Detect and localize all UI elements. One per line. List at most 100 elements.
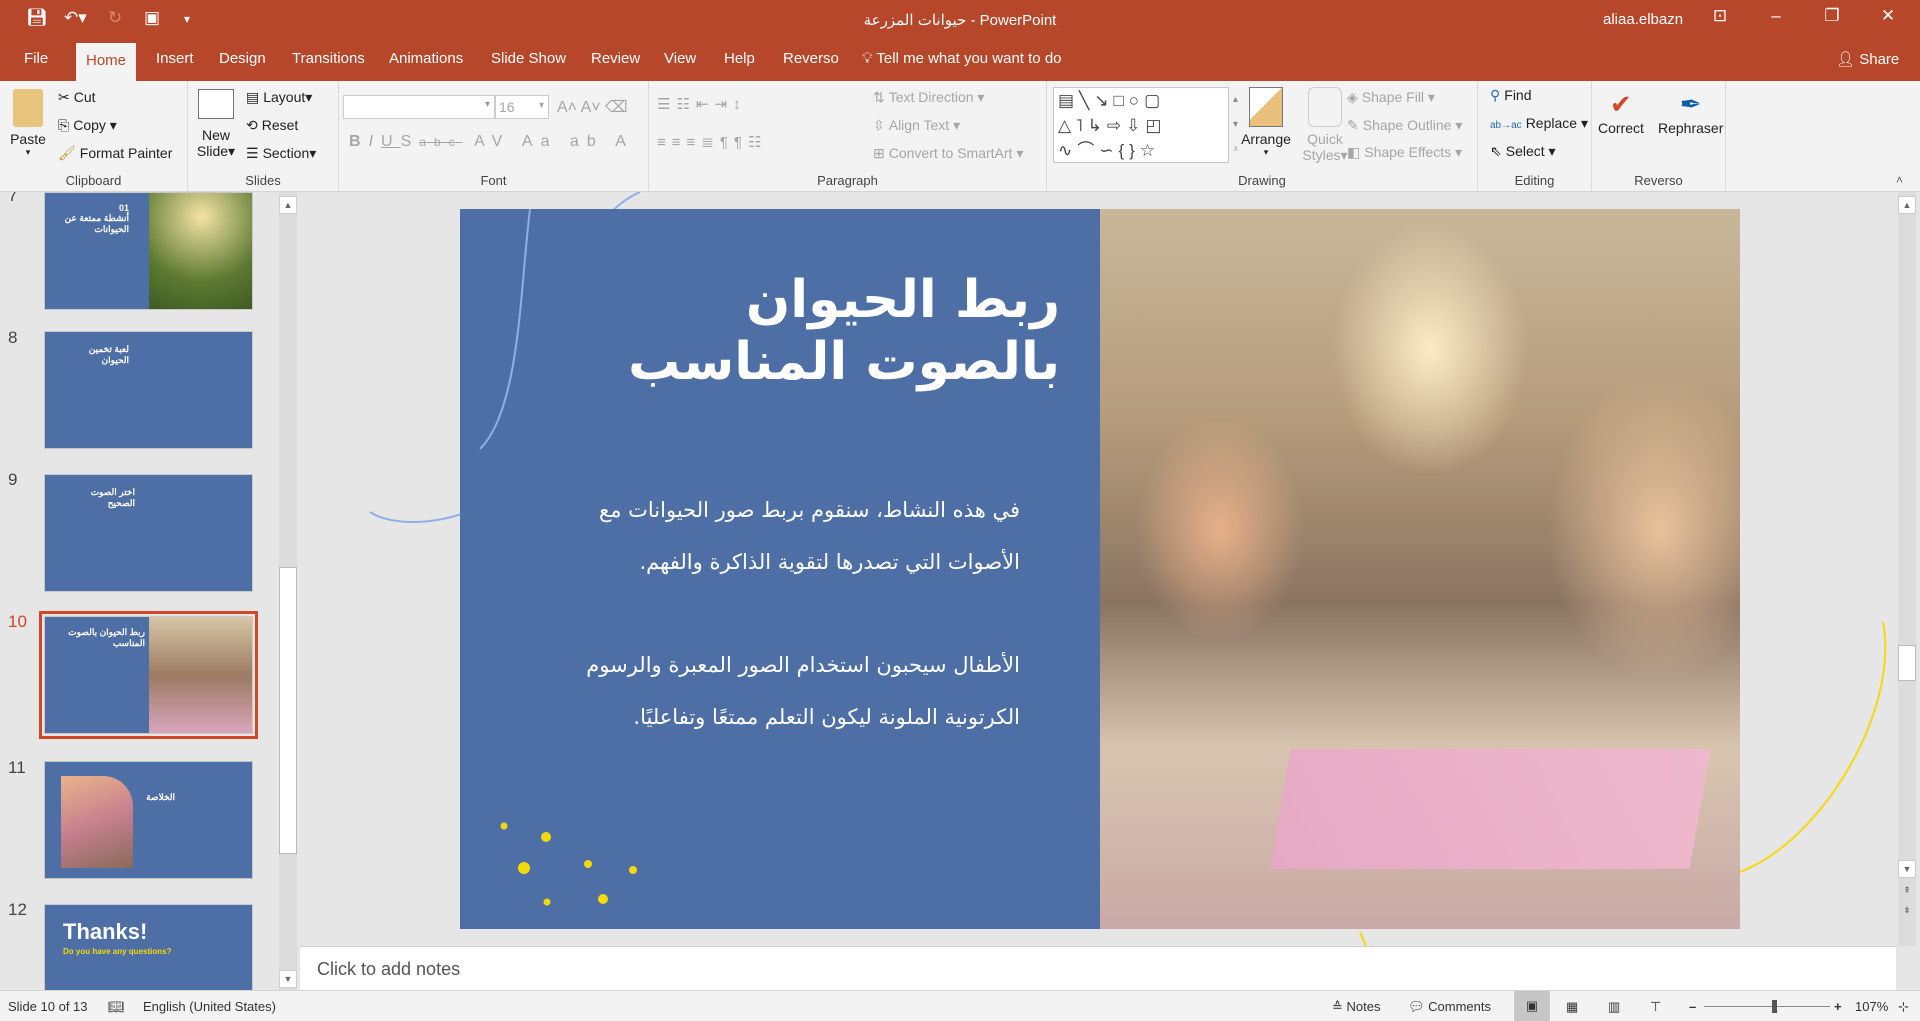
current-slide[interactable]: ربط الحيوان بالصوت المناسب في هذه النشاط… bbox=[460, 209, 1740, 929]
scroll-down-icon[interactable]: ▼ bbox=[1898, 860, 1916, 878]
section-button[interactable]: ☰ Section▾ bbox=[246, 145, 316, 162]
slide-title[interactable]: ربط الحيوان بالصوت المناسب bbox=[540, 269, 1060, 393]
italic-icon[interactable]: I bbox=[369, 133, 381, 150]
zoom-out-icon[interactable]: – bbox=[1689, 999, 1696, 1014]
font-name-select[interactable]: ▾ bbox=[343, 95, 495, 119]
highlight-icon[interactable]: ab bbox=[570, 133, 604, 150]
normal-view-icon[interactable]: ▣ bbox=[1514, 991, 1550, 1021]
copy-button[interactable]: ⎘ Copy ▾ bbox=[58, 117, 117, 134]
bold-icon[interactable]: B bbox=[349, 133, 369, 150]
decrease-indent-icon[interactable]: ⇤ bbox=[696, 96, 715, 113]
tab-animations[interactable]: Animations bbox=[389, 50, 463, 67]
arrange-button[interactable]: Arrange ▾ bbox=[1235, 87, 1297, 158]
zoom-slider[interactable] bbox=[1704, 1000, 1830, 1013]
tab-view[interactable]: View bbox=[664, 50, 696, 67]
slide-thumbnail-7[interactable]: 01 أنشطة ممتعة عن الحيوانات bbox=[44, 192, 253, 310]
slide-scroll-thumb[interactable] bbox=[1898, 645, 1916, 681]
thumbnail-scrollbar[interactable]: ▲ ▼ bbox=[279, 192, 297, 990]
user-name[interactable]: aliaa.elbazn bbox=[1603, 11, 1683, 28]
line-spacing-icon[interactable]: ↕ bbox=[733, 96, 747, 113]
change-case-icon[interactable]: Aa bbox=[522, 133, 558, 150]
underline-icon[interactable]: U bbox=[381, 133, 401, 150]
layout-button[interactable]: ▤ Layout▾ bbox=[246, 89, 312, 106]
slide-paragraph-1[interactable]: في هذه النشاط، سنقوم بربط صور الحيوانات … bbox=[560, 484, 1020, 588]
ribbon-display-options-icon[interactable]: ⊡ bbox=[1700, 6, 1740, 26]
format-painter-button[interactable]: 🖌︎ Format Painter bbox=[58, 145, 172, 162]
children-classroom-photo[interactable] bbox=[1100, 209, 1740, 929]
scroll-down-icon[interactable]: ▼ bbox=[279, 970, 297, 988]
shrink-font-icon[interactable]: A˅ bbox=[581, 99, 601, 116]
slide-scrollbar[interactable]: ▲ ▼ ⇞ ⇟ bbox=[1898, 192, 1916, 946]
tab-file[interactable]: File bbox=[24, 50, 48, 67]
shapes-gallery[interactable]: ▤╲↘□○▢ △˥↳⇨⇩◰ ∿⌒∽{}☆ bbox=[1053, 87, 1229, 163]
align-left-icon[interactable]: ≡ bbox=[657, 134, 672, 151]
next-slide-icon[interactable]: ⇟ bbox=[1898, 902, 1916, 920]
slide-thumbnail-9[interactable]: اختر الصوت الصحيح bbox=[44, 474, 253, 592]
spell-check-icon[interactable]: 📖︎ bbox=[108, 999, 125, 1015]
slide-sorter-icon[interactable]: ▦ bbox=[1566, 999, 1578, 1015]
notes-pane[interactable]: Click to add notes bbox=[300, 946, 1896, 990]
correct-button[interactable]: ✔ Correct bbox=[1598, 89, 1644, 136]
shape-outline-button[interactable]: ✎ Shape Outline ▾ bbox=[1347, 117, 1462, 134]
fit-to-window-icon[interactable]: ⊹ bbox=[1898, 999, 1909, 1015]
notes-placeholder[interactable]: Click to add notes bbox=[317, 959, 460, 980]
convert-smartart-button[interactable]: ⊞ Convert to SmartArt ▾ bbox=[873, 145, 1023, 162]
shape-effects-button[interactable]: ◧ Shape Effects ▾ bbox=[1347, 144, 1462, 161]
rephraser-button[interactable]: ✒ Rephraser bbox=[1658, 89, 1723, 136]
comments-button[interactable]: 💬︎ Comments bbox=[1408, 999, 1491, 1015]
thumbnail-scroll-thumb[interactable] bbox=[279, 567, 297, 854]
paste-button[interactable]: Paste ▾ bbox=[10, 89, 46, 158]
grow-font-icon[interactable]: A˄ bbox=[557, 99, 577, 116]
justify-icon[interactable]: ≣ bbox=[701, 134, 720, 151]
bullets-icon[interactable]: ☰ bbox=[657, 96, 676, 113]
scroll-up-icon[interactable]: ▲ bbox=[279, 196, 297, 214]
rtl-icon[interactable]: ¶ bbox=[734, 134, 748, 151]
find-button[interactable]: ⚲ Find bbox=[1490, 87, 1532, 104]
text-direction-button[interactable]: ⇅ Text Direction ▾ bbox=[873, 89, 984, 106]
scroll-up-icon[interactable]: ▲ bbox=[1898, 196, 1916, 214]
cut-button[interactable]: ✂ Cut bbox=[58, 89, 96, 106]
shadow-icon[interactable]: S bbox=[401, 133, 420, 150]
tab-reverso[interactable]: Reverso bbox=[783, 50, 839, 67]
font-format-buttons[interactable]: BIUSabc AV Aa ab A bbox=[349, 133, 634, 151]
zoom-level[interactable]: 107% bbox=[1855, 999, 1888, 1014]
font-size-controls[interactable]: A˄ A˅ ⌫ bbox=[557, 97, 628, 117]
font-size-select[interactable]: 16 ▾ bbox=[495, 95, 549, 119]
tab-transitions[interactable]: Transitions bbox=[292, 50, 365, 67]
tab-review[interactable]: Review bbox=[591, 50, 640, 67]
align-center-icon[interactable]: ≡ bbox=[672, 134, 687, 151]
select-button[interactable]: ⇖ Select ▾ bbox=[1490, 143, 1556, 160]
tab-design[interactable]: Design bbox=[219, 50, 266, 67]
ltr-icon[interactable]: ¶ bbox=[720, 134, 734, 151]
align-buttons[interactable]: ≡≡≡≣¶¶☷ bbox=[657, 133, 767, 151]
quick-styles-button[interactable]: Quick Styles▾ bbox=[1299, 87, 1351, 164]
zoom-slider-thumb[interactable] bbox=[1772, 1000, 1778, 1013]
shape-fill-button[interactable]: ◈ Shape Fill ▾ bbox=[1347, 89, 1435, 106]
strikethrough-icon[interactable]: abc bbox=[419, 135, 462, 149]
share-button[interactable]: 👤︎ Share bbox=[1836, 50, 1899, 68]
tab-insert[interactable]: Insert bbox=[156, 50, 194, 67]
restore-icon[interactable]: ❐ bbox=[1812, 6, 1852, 26]
columns-icon[interactable]: ☷ bbox=[748, 134, 767, 151]
new-slide-button[interactable]: New Slide▾ bbox=[196, 89, 236, 160]
minimize-icon[interactable]: – bbox=[1756, 6, 1796, 26]
numbering-icon[interactable]: ☷ bbox=[676, 96, 695, 113]
slide-thumbnail-8[interactable]: لعبة تخمين الحيوان bbox=[44, 331, 253, 449]
tab-slide-show[interactable]: Slide Show bbox=[491, 50, 566, 67]
char-spacing-icon[interactable]: AV bbox=[474, 133, 510, 150]
font-color-icon[interactable]: A bbox=[615, 133, 634, 150]
language-indicator[interactable]: English (United States) bbox=[143, 999, 276, 1014]
tab-home[interactable]: Home bbox=[76, 43, 137, 81]
slide-thumbnail-12[interactable]: Thanks! Do you have any questions? bbox=[44, 904, 253, 990]
slide-paragraph-2[interactable]: الأطفال سيحبون استخدام الصور المعبرة وال… bbox=[560, 639, 1020, 743]
align-right-icon[interactable]: ≡ bbox=[687, 134, 702, 151]
tell-me-search[interactable]: 💡︎ Tell me what you want to do bbox=[862, 50, 1062, 67]
zoom-in-icon[interactable]: + bbox=[1834, 999, 1842, 1014]
tab-help[interactable]: Help bbox=[724, 50, 755, 67]
align-text-button[interactable]: ⇳ Align Text ▾ bbox=[873, 117, 960, 134]
list-buttons[interactable]: ☰☷⇤⇥↕ bbox=[657, 95, 747, 113]
collapse-ribbon-icon[interactable]: ˄ bbox=[1896, 173, 1903, 187]
close-icon[interactable]: ✕ bbox=[1868, 6, 1908, 26]
clear-formatting-icon[interactable]: ⌫ bbox=[605, 99, 628, 116]
reset-button[interactable]: ⟲ Reset bbox=[246, 117, 298, 134]
